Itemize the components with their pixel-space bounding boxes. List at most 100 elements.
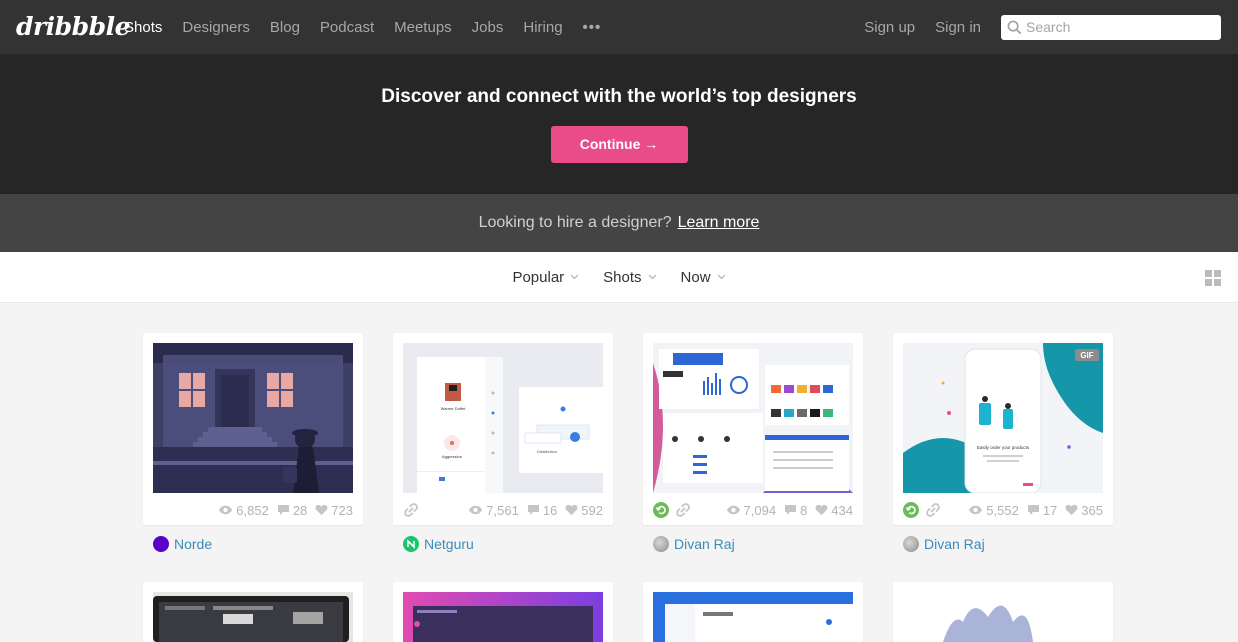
nav-podcast[interactable]: Podcast <box>320 19 374 36</box>
shot-thumbnail[interactable] <box>403 592 603 642</box>
netguru-logo-icon <box>407 539 415 549</box>
likes-stat[interactable]: 592 <box>565 503 603 518</box>
author-name[interactable]: Netguru <box>424 536 474 552</box>
shot-author[interactable]: Netguru <box>393 536 613 552</box>
nav-shots[interactable]: Shots <box>124 19 162 36</box>
dribbble-logo[interactable]: dribbble <box>16 12 131 41</box>
avatar[interactable] <box>903 536 919 552</box>
shot-thumbnail[interactable] <box>153 592 353 642</box>
shot-left-icons <box>653 502 691 518</box>
shot-thumbnail[interactable]: Easily order your products GIF <box>903 343 1103 493</box>
shot-stats: 5,552 17 365 <box>903 493 1103 525</box>
hire-bar: Looking to hire a designer? Learn more <box>0 194 1238 252</box>
shot-thumbnail[interactable] <box>153 343 353 493</box>
eye-icon <box>219 505 233 515</box>
likes-stat[interactable]: 434 <box>815 503 853 518</box>
shot-card-body[interactable] <box>643 582 863 642</box>
heart-icon <box>815 504 828 516</box>
link-icon[interactable] <box>925 502 941 518</box>
nav-hiring[interactable]: Hiring <box>523 19 562 36</box>
shot-thumbnail[interactable]: Warner Duffet Aggression Distribution <box>403 343 603 493</box>
filter-time-label: Now <box>680 268 711 286</box>
likes-count: 592 <box>581 502 603 518</box>
shot-thumbnail[interactable] <box>653 343 853 493</box>
thumb-sub: Aggression <box>442 454 462 459</box>
filter-shots-dropdown[interactable]: Shots <box>603 268 657 286</box>
thumb-name: Warner Duffet <box>441 406 467 411</box>
comments-stat[interactable]: 28 <box>277 503 307 518</box>
views-count: 7,094 <box>743 502 777 518</box>
eye-icon <box>469 505 483 515</box>
comment-icon <box>1027 505 1039 515</box>
main-nav: Shots Designers Blog Podcast Meetups Job… <box>124 0 601 54</box>
dashboard-blue-thumbnail <box>653 592 853 642</box>
link-icon[interactable] <box>403 502 419 518</box>
rebound-icon[interactable] <box>903 502 919 518</box>
search-input[interactable] <box>1026 19 1206 35</box>
nav-designers[interactable]: Designers <box>182 19 250 36</box>
avatar[interactable] <box>403 536 419 552</box>
shot-card-body[interactable]: 6,852 28 723 <box>143 333 363 525</box>
filter-time-dropdown[interactable]: Now <box>681 269 726 286</box>
hero-banner: Discover and connect with the world’s to… <box>0 54 1238 194</box>
comments-stat[interactable]: 17 <box>1027 503 1057 518</box>
more-menu-button[interactable]: ••• <box>583 19 602 36</box>
nav-blog[interactable]: Blog <box>270 19 300 36</box>
views-stat: 5,552 <box>968 503 1019 518</box>
thumb-label: Distribution <box>537 449 557 454</box>
shot-thumbnail[interactable] <box>653 592 853 642</box>
shot-card-body[interactable]: Easily order your products GIF 5,552 17 … <box>893 333 1113 525</box>
dashboard-collage-thumbnail <box>653 343 853 493</box>
nav-jobs[interactable]: Jobs <box>472 19 504 36</box>
continue-button[interactable]: Continue → <box>550 126 688 163</box>
comments-stat[interactable]: 16 <box>527 503 557 518</box>
eye-icon <box>726 505 740 515</box>
likes-stat[interactable]: 365 <box>1065 503 1103 518</box>
shot-card-body[interactable] <box>143 582 363 642</box>
shot-author[interactable]: Norde <box>143 536 363 552</box>
shot-card-body[interactable]: Warner Duffet Aggression Distribution 7,… <box>393 333 613 525</box>
likes-count: 365 <box>1081 502 1103 518</box>
mobile-app-thumbnail: Easily order your products GIF <box>903 343 1103 493</box>
sign-up-link[interactable]: Sign up <box>864 19 915 36</box>
comments-count: 16 <box>542 502 558 518</box>
likes-stat[interactable]: 723 <box>315 503 353 518</box>
avatar[interactable] <box>153 536 169 552</box>
search-box[interactable] <box>1001 14 1221 40</box>
filter-bar: Popular Shots Now <box>0 252 1238 303</box>
night-house-illustration <box>153 343 353 493</box>
hire-text: Looking to hire a designer? <box>478 214 672 231</box>
shot-card-body[interactable] <box>393 582 613 642</box>
rebound-icon[interactable] <box>653 502 669 518</box>
shot-stats: 7,094 8 434 <box>653 493 853 525</box>
thumb-headline: Easily order your products <box>977 445 1030 450</box>
filter-shots-label: Shots <box>603 268 642 286</box>
author-name[interactable]: Divan Raj <box>674 536 735 552</box>
search-icon <box>1007 20 1022 34</box>
views-count: 6,852 <box>236 502 269 518</box>
shot-card-body[interactable]: 7,094 8 434 <box>643 333 863 525</box>
avatar[interactable] <box>653 536 669 552</box>
shot-stats: 6,852 28 723 <box>153 493 353 525</box>
nav-meetups[interactable]: Meetups <box>394 19 452 36</box>
shot-left-icons <box>903 502 941 518</box>
likes-count: 434 <box>831 502 853 518</box>
shot-thumbnail[interactable] <box>903 592 1103 642</box>
abstract-illustration-thumbnail <box>903 592 1103 642</box>
learn-more-link[interactable]: Learn more <box>678 214 760 231</box>
shot-author[interactable]: Divan Raj <box>893 536 1113 552</box>
shot-card-body[interactable] <box>893 582 1113 642</box>
comment-icon <box>277 505 289 515</box>
filter-popular-dropdown[interactable]: Popular <box>512 269 579 286</box>
grid-view-icon[interactable] <box>1205 270 1221 286</box>
shot-left-icons <box>403 502 419 518</box>
views-stat: 7,561 <box>468 503 519 518</box>
sign-in-link[interactable]: Sign in <box>935 19 981 36</box>
shot-author[interactable]: Divan Raj <box>643 536 863 552</box>
author-name[interactable]: Norde <box>174 536 212 552</box>
author-name[interactable]: Divan Raj <box>924 536 985 552</box>
comments-stat[interactable]: 8 <box>784 503 807 518</box>
link-icon[interactable] <box>675 502 691 518</box>
nav-right: Sign up Sign in <box>864 0 1238 54</box>
comments-count: 17 <box>1042 502 1058 518</box>
